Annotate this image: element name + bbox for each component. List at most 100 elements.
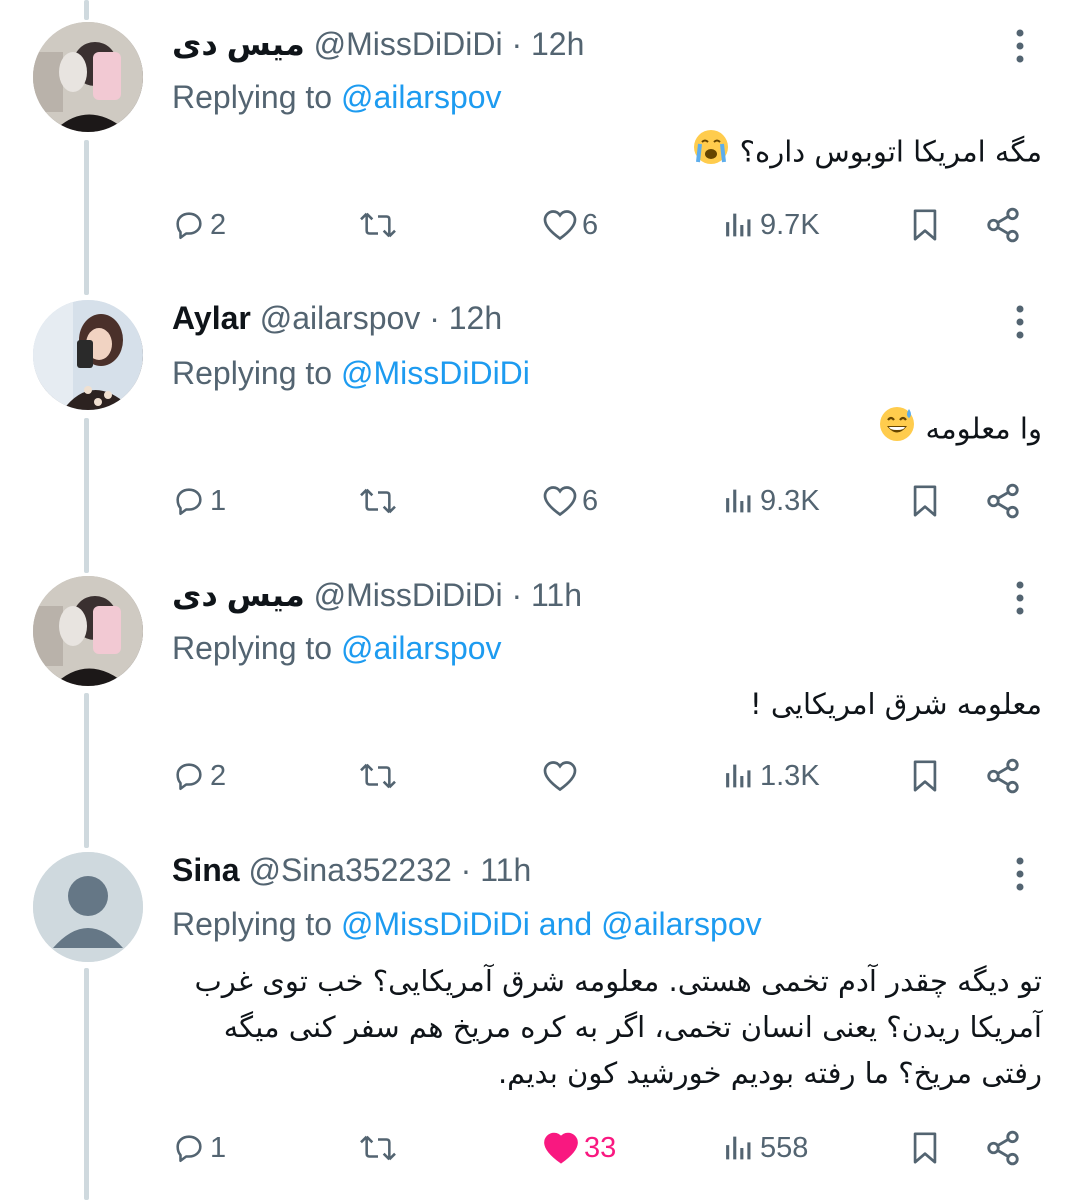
bookmark-icon (913, 209, 937, 241)
reply-count: 1 (210, 1131, 227, 1164)
bookmark-button[interactable] (908, 1123, 942, 1173)
bookmark-icon (913, 485, 937, 517)
replying-to-label: Replying to (172, 906, 333, 942)
loudly-crying-face-icon (692, 128, 730, 179)
dot-separator: · (511, 26, 523, 62)
like-button[interactable]: 6 (542, 476, 598, 526)
and-label: and (538, 906, 593, 942)
heart-icon (543, 486, 577, 517)
dot-separator: · (511, 577, 523, 613)
timestamp[interactable]: 11h (480, 852, 531, 888)
timestamp[interactable]: 12h (449, 300, 502, 336)
like-count: 33 (584, 1131, 617, 1164)
replying-to-label: Replying to (172, 355, 333, 391)
view-count: 9.3K (760, 484, 820, 517)
tweet-text: مگه امریکا اتوبوس داره؟ (692, 128, 1042, 179)
handle[interactable]: @ailarspov (260, 300, 421, 336)
avatar[interactable] (33, 22, 143, 132)
share-button[interactable] (984, 751, 1022, 801)
share-icon (987, 483, 1019, 519)
more-icon[interactable] (1008, 580, 1032, 616)
mention-link[interactable]: @ailarspov (341, 79, 502, 115)
reply-icon (176, 212, 202, 240)
share-button[interactable] (984, 200, 1022, 250)
bookmark-button[interactable] (908, 200, 942, 250)
thread-line (84, 968, 89, 1200)
mention-link[interactable]: @MissDiDiDi (341, 906, 530, 942)
thread-line (84, 0, 89, 20)
bookmark-button[interactable] (908, 751, 942, 801)
tweet-text-line: آمریکا ریدن؟ یعنی انسان تخمی، اگر به کره… (223, 1010, 1042, 1044)
views-button[interactable]: 558 (722, 1123, 808, 1173)
tweet-text: معلومه شرق امریکایی ! (750, 681, 1042, 727)
heart-icon (543, 761, 577, 792)
replying-to-label: Replying to (172, 79, 333, 115)
bookmark-icon (913, 1132, 937, 1164)
mention-link[interactable]: @ailarspov (341, 630, 502, 666)
handle[interactable]: @MissDiDiDi (314, 577, 503, 613)
more-icon[interactable] (1008, 28, 1032, 64)
like-button[interactable]: 6 (542, 200, 598, 250)
share-button[interactable] (984, 476, 1022, 526)
like-button[interactable]: 33 (542, 1123, 616, 1173)
display-name[interactable]: میس دی (172, 26, 305, 62)
views-button[interactable]: 9.7K (722, 200, 820, 250)
view-count: 9.7K (760, 208, 820, 241)
reply-icon (176, 763, 202, 791)
retweet-button[interactable] (357, 1123, 399, 1173)
share-icon (987, 207, 1019, 243)
reply-icon (176, 488, 202, 516)
avatar[interactable] (33, 300, 143, 410)
timestamp[interactable]: 11h (531, 577, 582, 613)
view-count: 1.3K (760, 759, 820, 792)
more-icon[interactable] (1008, 304, 1032, 340)
handle[interactable]: @MissDiDiDi (314, 26, 503, 62)
avatar[interactable] (33, 576, 143, 686)
reply-button[interactable]: 1 (172, 1123, 226, 1173)
tweet-text: تو دیگه چقدر آدم تخمی هستی. معلومه شرق آ… (162, 958, 1042, 1096)
reply-button[interactable]: 2 (172, 200, 226, 250)
reply-count: 1 (210, 484, 227, 517)
views-icon (726, 1136, 751, 1160)
retweet-icon (360, 763, 396, 789)
like-button[interactable] (542, 751, 582, 801)
thread-line (84, 418, 89, 573)
thread-line (84, 140, 89, 295)
views-button[interactable]: 9.3K (722, 476, 820, 526)
share-button[interactable] (984, 1123, 1022, 1173)
views-icon (726, 764, 751, 788)
display-name[interactable]: میس دی (172, 577, 305, 613)
retweet-button[interactable] (357, 200, 399, 250)
more-icon[interactable] (1008, 856, 1032, 892)
share-icon (987, 1130, 1019, 1166)
retweet-button[interactable] (357, 476, 399, 526)
reply-button[interactable]: 2 (172, 751, 226, 801)
display-name[interactable]: Sina (172, 852, 240, 888)
tweet-text-content: معلومه شرق امریکایی ! (749, 687, 1042, 721)
views-icon (726, 213, 751, 237)
display-name[interactable]: Aylar (172, 300, 251, 336)
views-icon (726, 489, 751, 513)
like-count: 6 (582, 208, 599, 241)
thread-line (84, 693, 89, 848)
tweet-text: وا معلومه (878, 405, 1042, 456)
handle[interactable]: @Sina352232 (248, 852, 451, 888)
dot-separator: · (429, 300, 440, 336)
retweet-icon (360, 1135, 396, 1161)
timestamp[interactable]: 12h (531, 26, 584, 62)
views-button[interactable]: 1.3K (722, 751, 820, 801)
mention-link[interactable]: @ailarspov (601, 906, 762, 942)
tweet-text-content: وا معلومه (925, 411, 1042, 446)
retweet-icon (360, 488, 396, 514)
retweet-button[interactable] (357, 751, 399, 801)
dot-separator: · (460, 852, 472, 888)
bookmark-icon (913, 760, 937, 792)
view-count: 558 (760, 1131, 809, 1164)
retweet-icon (360, 212, 396, 238)
grinning-sweat-face-icon (878, 405, 916, 456)
mention-link[interactable]: @MissDiDiDi (341, 355, 530, 391)
reply-count: 2 (210, 208, 227, 241)
reply-button[interactable]: 1 (172, 476, 226, 526)
default-avatar-icon[interactable] (33, 852, 143, 962)
bookmark-button[interactable] (908, 476, 942, 526)
